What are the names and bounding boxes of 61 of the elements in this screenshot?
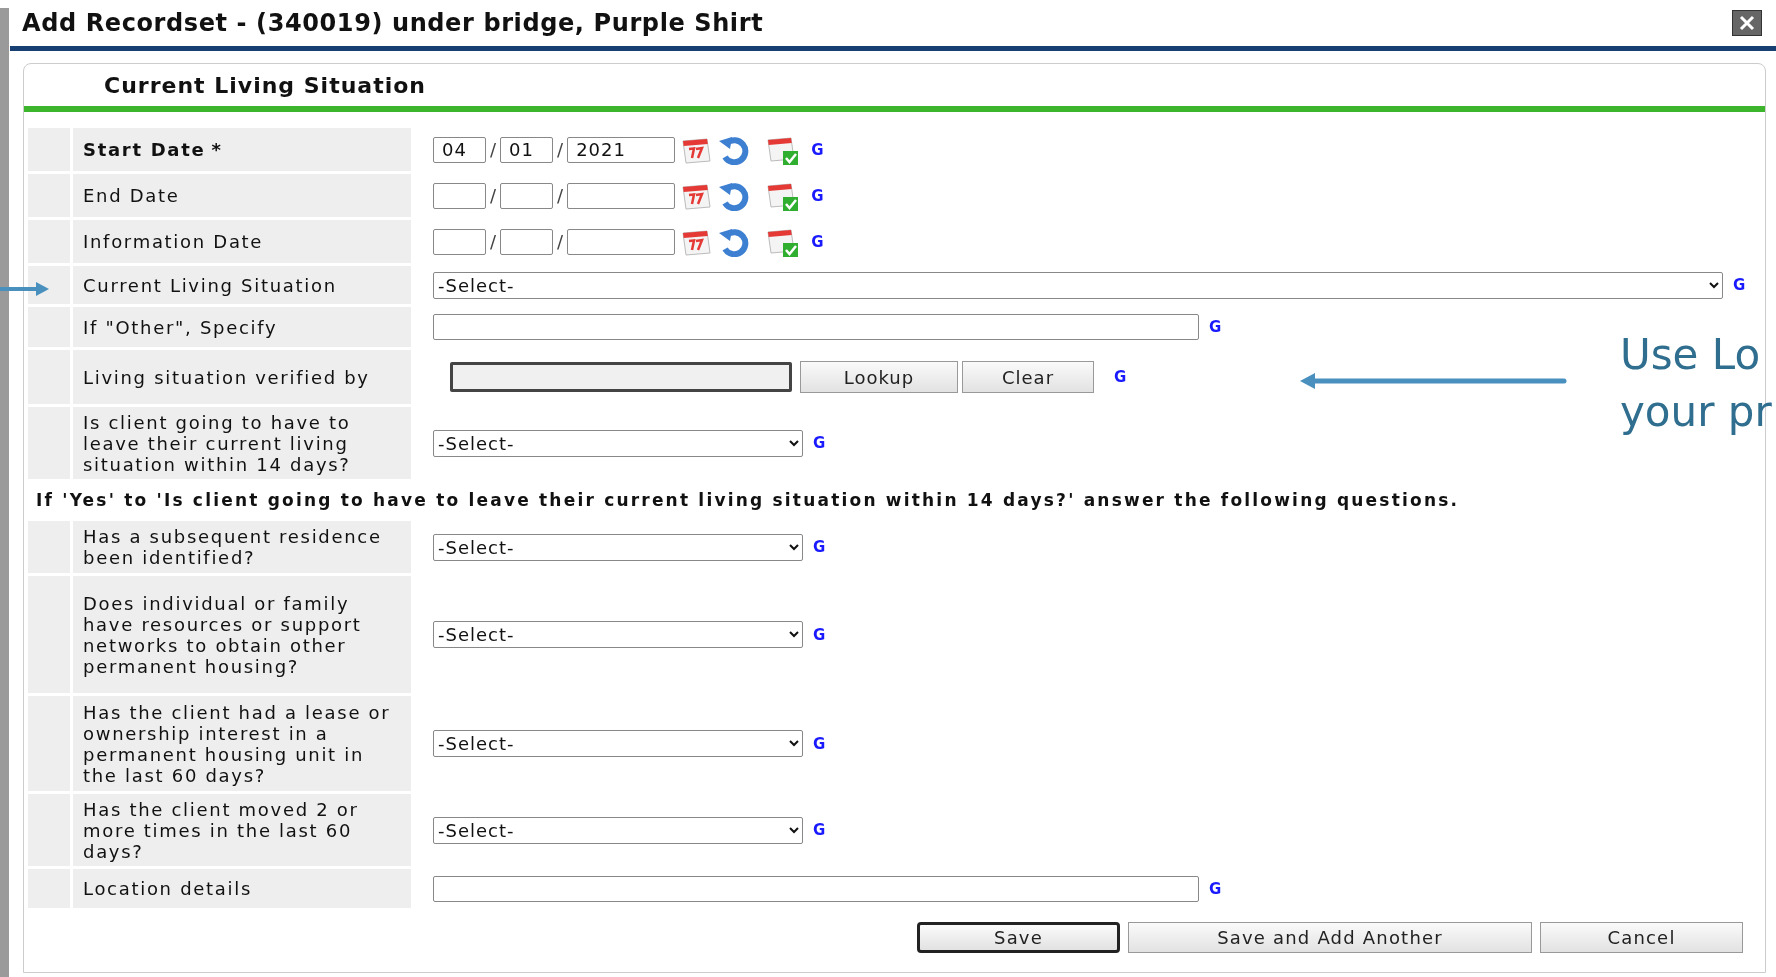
year-field[interactable] [567,182,676,209]
dropdown[interactable]: -Select- [433,533,803,561]
month-field[interactable] [433,182,486,209]
dropdown[interactable]: -Select- [433,271,1723,299]
help-link[interactable]: G [1209,318,1222,336]
year-field[interactable] [567,228,676,255]
help-link[interactable]: G [813,734,826,753]
dropdown[interactable]: -Select- [433,730,803,757]
field-label: Has the client moved 2 or more times in the last 60 days? [83,798,360,862]
help-link[interactable]: G [811,140,824,159]
annotation-text: Use Lo [1620,329,1762,381]
help-link[interactable]: G [1114,368,1127,386]
clear-button[interactable]: Clear [962,361,1094,393]
month-field[interactable] [433,228,486,255]
dropdown[interactable]: -Select- [433,816,803,844]
date-separator: / [490,231,497,252]
day-field[interactable]: 01 [500,136,554,163]
field-label: Current Living Situation [83,274,337,296]
field-label: Start Date [83,139,206,160]
month-field[interactable]: 04 [433,136,486,163]
help-link[interactable]: G [813,625,826,644]
window-title: Add Recordset - (340019) under bridge, Purple Shirt [22,9,764,37]
annotation-text: your pr [1620,386,1772,438]
field-label: End Date [83,185,180,206]
help-link[interactable]: G [811,232,824,251]
field-label: If "Other", Specify [83,316,278,338]
text-field[interactable] [433,314,1199,340]
date-separator: / [557,185,564,206]
row-gutter [28,266,70,304]
field-label: Living situation verified by [83,366,370,388]
date-separator: / [490,139,497,160]
help-link[interactable]: G [1733,276,1746,294]
arrow [0,279,50,299]
help-link[interactable]: G [813,821,826,839]
help-link[interactable]: G [813,434,826,452]
field-label: Does individual or family have resources or support networks to obtain other permanent housing? [83,592,363,677]
section-title: Current Living Situation [104,72,427,98]
date-separator: / [557,139,564,160]
save-button[interactable]: Save [917,922,1120,953]
day-field[interactable] [500,228,554,255]
text-field[interactable] [433,875,1199,902]
dropdown[interactable]: -Select- [433,621,803,648]
required-mark: * [211,139,221,160]
field-label: Is client going to have to leave their current living situation within 14 days? [83,411,352,475]
help-link[interactable]: G [813,538,826,556]
field-label: Has the client had a lease or ownership interest in a permanent housing unit in the last 60 days? [83,701,392,786]
lookup-button[interactable]: Lookup [800,361,958,393]
help-link[interactable]: G [1209,879,1222,898]
dropdown[interactable]: -Select- [433,429,803,457]
day-field[interactable] [500,182,554,209]
year-field[interactable]: 2021 [567,136,676,163]
instruction-text: If 'Yes' to 'Is client going to have to leave their current living situation within 14 days?' answer the following questions. [35,489,1461,512]
field-label: Location details [83,878,253,899]
close-button[interactable] [1732,10,1762,36]
date-separator: / [557,231,564,252]
cancel-button[interactable]: Cancel [1540,922,1743,953]
field-label: Information Date [83,231,264,252]
save-and-add-another-button[interactable]: Save and Add Another [1128,922,1532,953]
help-link[interactable]: G [811,186,824,205]
date-separator: / [490,185,497,206]
field-label: Has a subsequent residence been identified? [83,526,383,568]
